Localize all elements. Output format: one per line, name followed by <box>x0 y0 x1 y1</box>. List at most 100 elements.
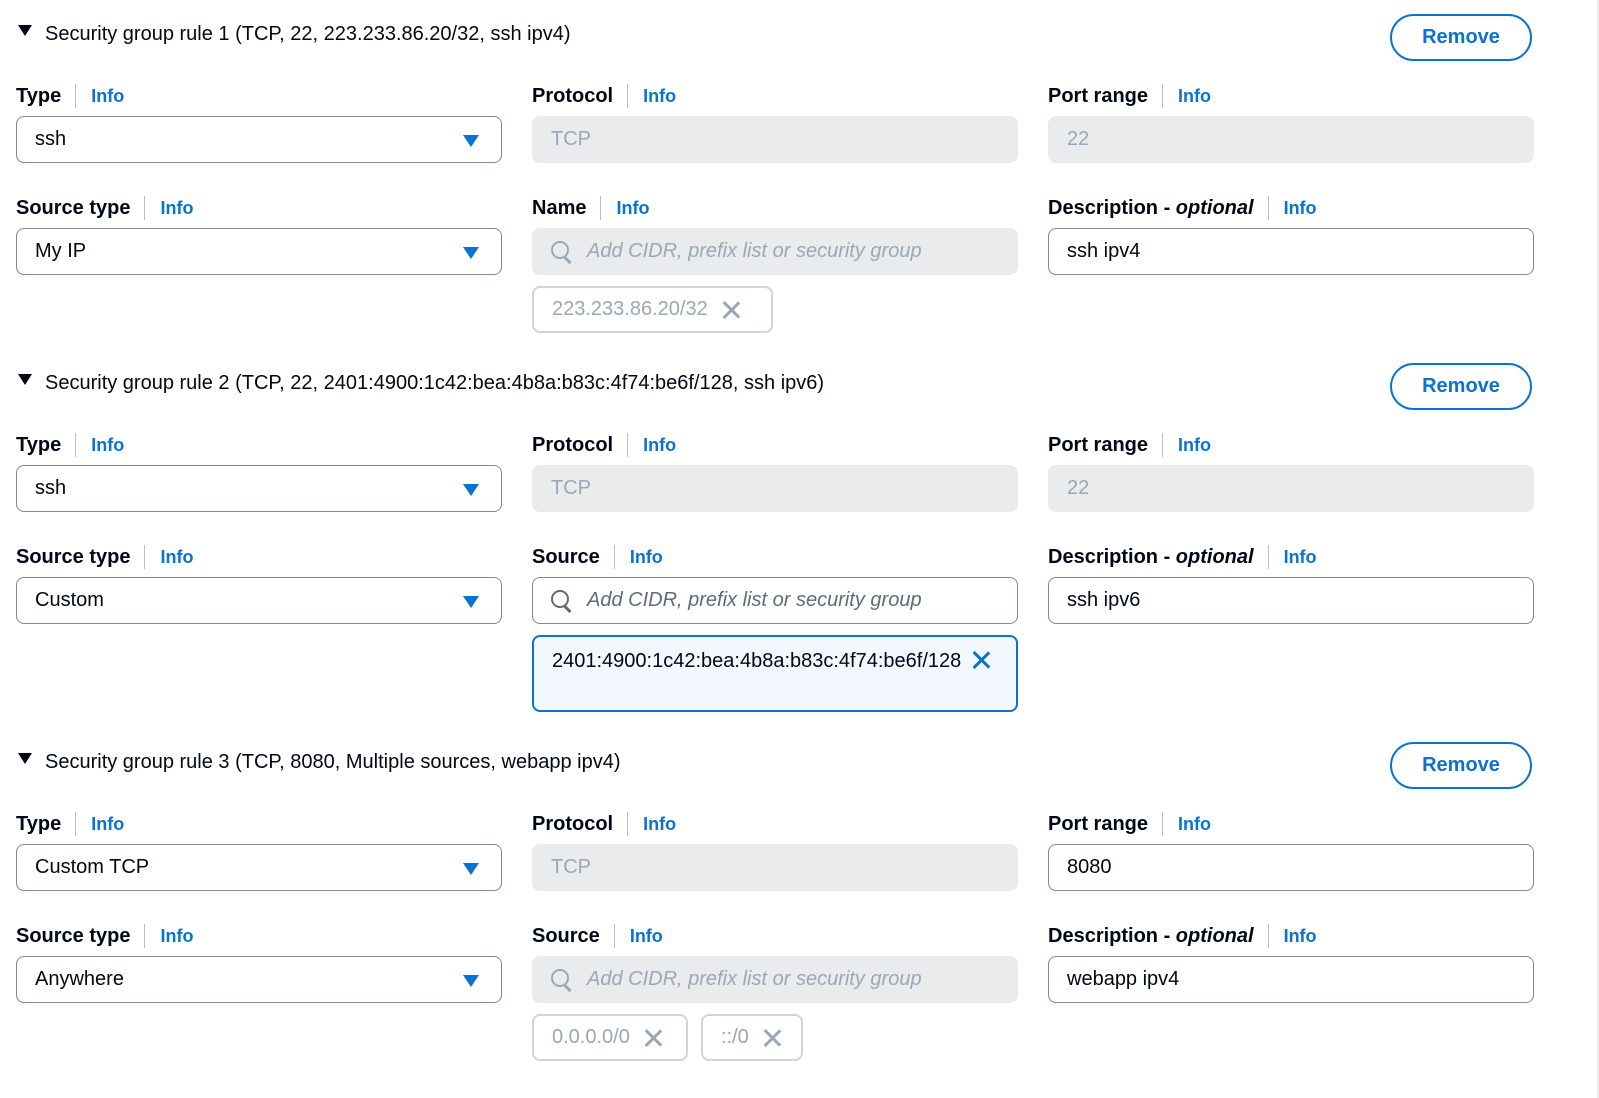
type-info-link[interactable]: Info <box>91 814 124 835</box>
type-label: Type <box>16 812 62 835</box>
type-select[interactable]: ssh <box>16 465 502 512</box>
source-token[interactable]: 2401:4900:1c42:bea:4b8a:b83c:4f74:be6f/1… <box>532 635 1018 712</box>
source-type-field: Source type Info Custom <box>16 543 502 624</box>
rule-1-header[interactable]: Security group rule 1 (TCP, 22, 223.233.… <box>18 14 571 54</box>
rule-3-header[interactable]: Security group rule 3 (TCP, 8080, Multip… <box>18 742 620 782</box>
source-type-info-link[interactable]: Info <box>160 547 193 568</box>
type-info-link[interactable]: Info <box>91 86 124 107</box>
protocol-label: Protocol <box>532 84 614 107</box>
type-select[interactable]: Custom TCP <box>16 844 502 891</box>
source-search-input[interactable]: Add CIDR, prefix list or security group <box>532 577 1018 624</box>
source-token: ::/0 <box>701 1014 803 1061</box>
close-icon[interactable] <box>722 301 740 319</box>
type-field: Type Info ssh <box>16 82 502 163</box>
protocol-field: Protocol Info TCP <box>532 82 1018 163</box>
name-field: Name Info Add CIDR, prefix list or securi… <box>532 194 1018 275</box>
source-type-select[interactable]: My IP <box>16 228 502 275</box>
description-field: Description - optional Info ssh ipv6 <box>1048 543 1534 624</box>
protocol-info-link[interactable]: Info <box>643 814 676 835</box>
description-info-link[interactable]: Info <box>1284 926 1317 947</box>
port-range-info-link[interactable]: Info <box>1178 86 1211 107</box>
description-label: Description - optional <box>1048 196 1254 219</box>
type-label: Type <box>16 433 62 456</box>
caret-down-icon <box>463 247 479 259</box>
port-range-field: Port range Info 22 <box>1048 431 1534 512</box>
source-type-field: Source type Info My IP <box>16 194 502 275</box>
source-search-input: Add CIDR, prefix list or security group <box>532 228 1018 275</box>
port-range-input: 22 <box>1048 465 1534 512</box>
name-label: Name <box>532 196 587 219</box>
protocol-input: TCP <box>532 844 1018 891</box>
remove-rule-3-button[interactable]: Remove <box>1390 742 1532 789</box>
type-select[interactable]: ssh <box>16 116 502 163</box>
description-field: Description - optional Info ssh ipv4 <box>1048 194 1534 275</box>
rule-2-title: Security group rule 2 (TCP, 22, 2401:490… <box>45 371 825 394</box>
name-info-link[interactable]: Info <box>616 198 649 219</box>
source-type-label: Source type <box>16 924 131 947</box>
port-range-field: Port range Info 22 <box>1048 82 1534 163</box>
protocol-field: Protocol Info TCP <box>532 431 1018 512</box>
description-label: Description - optional <box>1048 545 1254 568</box>
protocol-label: Protocol <box>532 433 614 456</box>
source-field: Source Info Add CIDR, prefix list or secu… <box>532 543 1018 624</box>
protocol-field: Protocol Info TCP <box>532 810 1018 891</box>
source-search-input: Add CIDR, prefix list or security group <box>532 956 1018 1003</box>
source-type-info-link[interactable]: Info <box>160 198 193 219</box>
source-token: 0.0.0.0/0 <box>532 1014 688 1061</box>
description-info-link[interactable]: Info <box>1284 547 1317 568</box>
source-label: Source <box>532 924 600 947</box>
description-input[interactable]: ssh ipv4 <box>1048 228 1534 275</box>
type-info-link[interactable]: Info <box>91 435 124 456</box>
description-info-link[interactable]: Info <box>1284 198 1317 219</box>
type-label: Type <box>16 84 62 107</box>
port-range-label: Port range <box>1048 812 1149 835</box>
caret-down-icon[interactable] <box>18 373 32 385</box>
caret-down-icon <box>463 484 479 496</box>
protocol-label: Protocol <box>532 812 614 835</box>
rule-3-title: Security group rule 3 (TCP, 8080, Multip… <box>45 750 621 773</box>
remove-rule-2-button[interactable]: Remove <box>1390 363 1532 410</box>
port-range-input: 22 <box>1048 116 1534 163</box>
source-type-info-link[interactable]: Info <box>160 926 193 947</box>
port-range-field: Port range Info 8080 <box>1048 810 1534 891</box>
close-icon[interactable] <box>763 1029 781 1047</box>
rule-1-title: Security group rule 1 (TCP, 22, 223.233.… <box>45 22 571 45</box>
search-icon <box>551 240 573 263</box>
caret-down-icon[interactable] <box>18 24 32 36</box>
source-type-field: Source type Info Anywhere <box>16 922 502 1003</box>
description-input[interactable]: ssh ipv6 <box>1048 577 1534 624</box>
protocol-info-link[interactable]: Info <box>643 435 676 456</box>
search-icon <box>551 589 573 612</box>
caret-down-icon <box>463 975 479 987</box>
close-icon[interactable] <box>644 1029 662 1047</box>
source-type-label: Source type <box>16 545 131 568</box>
caret-down-icon[interactable] <box>18 752 32 764</box>
source-token: 223.233.86.20/32 <box>532 286 773 333</box>
source-field: Source Info Add CIDR, prefix list or secu… <box>532 922 1018 1003</box>
remove-rule-1-button[interactable]: Remove <box>1390 14 1532 61</box>
type-field: Type Info Custom TCP <box>16 810 502 891</box>
description-label: Description - optional <box>1048 924 1254 947</box>
close-icon[interactable] <box>972 651 990 669</box>
rule-2-header[interactable]: Security group rule 2 (TCP, 22, 2401:490… <box>18 363 824 403</box>
caret-down-icon <box>463 863 479 875</box>
description-field: Description - optional Info webapp ipv4 <box>1048 922 1534 1003</box>
description-input[interactable]: webapp ipv4 <box>1048 956 1534 1003</box>
port-range-input[interactable]: 8080 <box>1048 844 1534 891</box>
source-type-label: Source type <box>16 196 131 219</box>
port-range-info-link[interactable]: Info <box>1178 435 1211 456</box>
port-range-info-link[interactable]: Info <box>1178 814 1211 835</box>
source-label: Source <box>532 545 600 568</box>
source-info-link[interactable]: Info <box>630 547 663 568</box>
protocol-input: TCP <box>532 116 1018 163</box>
protocol-info-link[interactable]: Info <box>643 86 676 107</box>
port-range-label: Port range <box>1048 433 1149 456</box>
search-icon <box>551 968 573 991</box>
protocol-input: TCP <box>532 465 1018 512</box>
source-info-link[interactable]: Info <box>630 926 663 947</box>
type-field: Type Info ssh <box>16 431 502 512</box>
source-type-select[interactable]: Anywhere <box>16 956 502 1003</box>
caret-down-icon <box>463 135 479 147</box>
source-type-select[interactable]: Custom <box>16 577 502 624</box>
port-range-label: Port range <box>1048 84 1149 107</box>
